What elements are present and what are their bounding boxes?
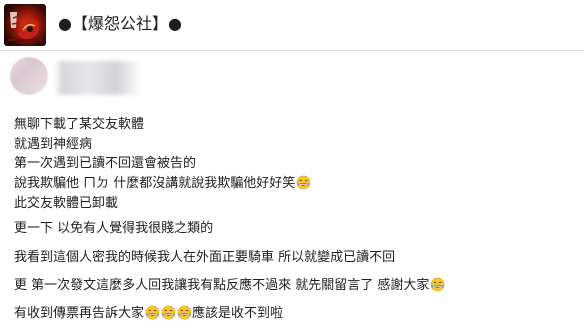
post-card: 無聊下載了某交友軟體 就遇到神經病 第一次遇到已讀不回還會被告的 說我欺騙他 ㄇ… [0, 51, 584, 331]
tears-of-joy-emoji-icon [161, 305, 176, 320]
tears-of-joy-emoji-icon [145, 305, 160, 320]
group-avatar[interactable] [4, 4, 46, 46]
tears-of-joy-emoji-icon [296, 175, 311, 190]
tears-of-joy-emoji-icon [431, 277, 445, 292]
post-line: 更一下 以免有人覺得我很賤之類的 [14, 221, 214, 236]
post-line: 此交友軟體已卸載 [14, 196, 119, 211]
post-line-text: 更 第一次發文這麼多人回我讓我有點反應不過來 就先關留言了 感謝大家 [14, 278, 430, 293]
group-name[interactable]: ●【爆怨公社】● [58, 13, 182, 35]
post-line: 無聊下載了某交友軟體 [14, 117, 145, 132]
post-line-text: 有收到傳票再告訴大家 [14, 306, 145, 321]
post-line: 我看到這個人密我的時候我人在外面正要騎車 所以就變成已讀不回 [14, 250, 396, 265]
post-line-text: 應該是收不到啦 [192, 306, 284, 321]
author-avatar-blurred[interactable] [10, 57, 48, 95]
post-line-with-emoji: 說我欺騙他 ㄇㄉ 什麼都沒講就說我欺騙他好好笑 [14, 175, 311, 193]
group-logo-icon [8, 12, 42, 41]
tears-of-joy-emoji-icon [177, 305, 192, 320]
post-line: 就遇到神經病 [14, 137, 93, 152]
post-line-with-emoji: 有收到傳票再告訴大家 應該是收不到啦 [14, 305, 283, 323]
post-line: 第一次遇到已讀不回還會被告的 [14, 156, 197, 171]
author-name-blurred[interactable] [54, 61, 142, 95]
post-line-with-emoji: 更 第一次發文這麼多人回我讓我有點反應不過來 就先關留言了 感謝大家 [14, 277, 445, 295]
post-line-text: 說我欺騙他 ㄇㄉ 什麼都沒講就說我欺騙他好好笑 [14, 176, 296, 191]
group-header: ●【爆怨公社】● [0, 0, 584, 51]
